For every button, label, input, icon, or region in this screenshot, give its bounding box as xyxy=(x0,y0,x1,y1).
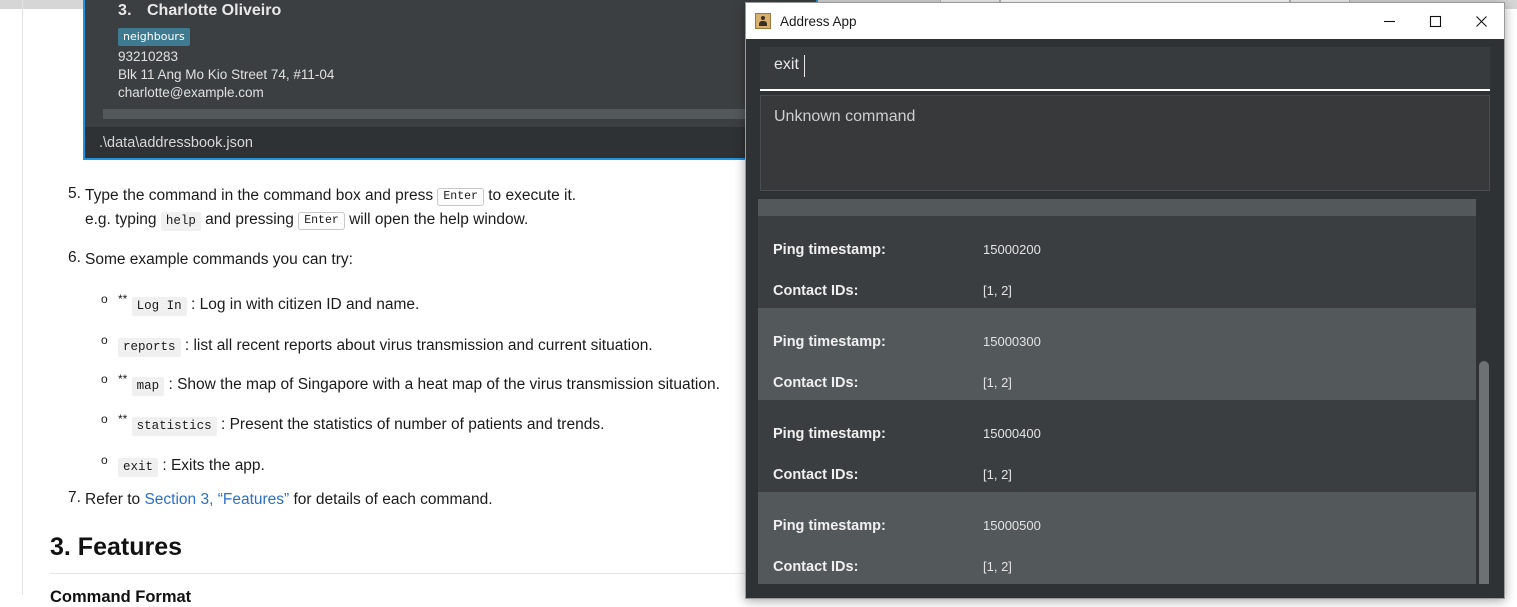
command-stars-1: ** xyxy=(118,292,127,306)
ping-list-panel[interactable]: Ping timestamp: 15000200 Contact IDs: [1… xyxy=(758,199,1492,584)
contact-card-divider xyxy=(103,109,803,119)
command-box-wrapper xyxy=(760,45,1490,91)
result-message: Unknown command xyxy=(774,108,915,126)
command-code-2: reports xyxy=(118,338,181,357)
step-5-text-a: Type the command in the command box and … xyxy=(85,187,433,204)
ping-timestamp-label: Ping timestamp: xyxy=(773,426,886,442)
embedded-status-bar: .\data\addressbook.json xyxy=(85,127,818,160)
command-item-4: ** statistics : Present the statistics o… xyxy=(118,409,604,437)
command-code-5: exit xyxy=(118,458,158,477)
key-enter-2: Enter xyxy=(298,212,345,230)
contact-ids-label: Contact IDs: xyxy=(773,283,858,299)
app-titlebar[interactable]: Address App xyxy=(746,3,1504,39)
ping-timestamp-value: 15000500 xyxy=(983,518,1041,533)
key-enter-1: Enter xyxy=(437,188,484,206)
bullet-icon-5: o xyxy=(101,453,108,467)
contact-ids-label: Contact IDs: xyxy=(773,467,858,483)
contact-ids-label: Contact IDs: xyxy=(773,375,858,391)
bullet-icon-4: o xyxy=(101,412,108,426)
command-desc-2: : list all recent reports about virus tr… xyxy=(185,337,653,354)
step-5-line-1: Type the command in the command box and … xyxy=(85,185,576,208)
ping-timestamp-value: 15000300 xyxy=(983,334,1041,349)
step-5-text-d: and pressing xyxy=(205,211,294,228)
command-stars-4: ** xyxy=(118,412,127,426)
contact-ids-value: [1, 2] xyxy=(983,467,1012,482)
text-caret xyxy=(804,55,805,77)
command-format-heading: Command Format xyxy=(50,588,191,607)
command-code-3: map xyxy=(132,377,165,396)
step-5-text-b: to execute it. xyxy=(488,187,576,204)
ping-timestamp-value: 15000200 xyxy=(983,242,1041,257)
contact-card-address: Blk 11 Ang Mo Kio Street 74, #11-04 xyxy=(118,67,334,82)
command-code-1: Log In xyxy=(132,297,187,316)
result-display-box: Unknown command xyxy=(760,95,1490,191)
contact-ids-value: [1, 2] xyxy=(983,559,1012,574)
step-5-text-e: will open the help window. xyxy=(349,211,528,228)
command-item-5: exit : Exits the app. xyxy=(118,450,265,478)
command-desc-1: : Log in with citizen ID and name. xyxy=(191,296,419,313)
maximize-icon[interactable] xyxy=(1412,3,1458,39)
contact-card-name: Charlotte Oliveiro xyxy=(147,2,281,20)
features-link[interactable]: Section 3, “Features” xyxy=(144,491,289,508)
list-scrollbar-track[interactable] xyxy=(1476,199,1492,584)
ping-timestamp-value: 15000400 xyxy=(983,426,1041,441)
step-5-number: 5. xyxy=(68,185,81,203)
step-6-number: 6. xyxy=(68,249,81,267)
features-heading: 3. Features xyxy=(50,533,182,562)
list-scrollbar-thumb[interactable] xyxy=(1479,361,1489,584)
list-item[interactable]: Ping timestamp: 15000500 Contact IDs: [1… xyxy=(758,492,1476,584)
contact-card-phone: 93210283 xyxy=(118,49,178,64)
close-icon[interactable] xyxy=(1458,3,1504,39)
command-stars-3: ** xyxy=(118,372,127,386)
command-desc-3: : Show the map of Singapore with a heat … xyxy=(168,376,719,393)
command-item-1: ** Log In : Log in with citizen ID and n… xyxy=(118,289,419,317)
embedded-status-bar-path: .\data\addressbook.json xyxy=(99,135,253,151)
ping-timestamp-label: Ping timestamp: xyxy=(773,334,886,350)
list-item[interactable]: Ping timestamp: 15000400 Contact IDs: [1… xyxy=(758,400,1476,492)
contact-card-email: charlotte@example.com xyxy=(118,85,264,100)
command-desc-4: : Present the statistics of number of pa… xyxy=(221,416,604,433)
bullet-icon-3: o xyxy=(101,372,108,386)
ping-timestamp-label: Ping timestamp: xyxy=(773,518,886,534)
command-input[interactable] xyxy=(760,47,1490,91)
command-desc-5: : Exits the app. xyxy=(162,457,265,474)
app-body: Unknown command Ping timestamp: 15000200… xyxy=(746,39,1504,598)
contact-ids-value: [1, 2] xyxy=(983,283,1012,298)
step-6-line: Some example commands you can try: xyxy=(85,249,353,270)
contact-ids-value: [1, 2] xyxy=(983,375,1012,390)
command-code-4: statistics xyxy=(132,417,217,436)
ping-timestamp-label: Ping timestamp: xyxy=(773,242,886,258)
address-app-window[interactable]: Address App Unknown command P xyxy=(745,2,1505,599)
contact-card-index: 3. xyxy=(118,2,132,20)
step-6-text: Some example commands you can try: xyxy=(85,251,353,268)
list-item[interactable]: Ping timestamp: 15000300 Contact IDs: [1… xyxy=(758,308,1476,400)
embedded-screenshot-figure: 3. Charlotte Oliveiro neighbours 9321028… xyxy=(83,0,818,160)
list-item[interactable]: Ping timestamp: 15000200 Contact IDs: [1… xyxy=(758,216,1476,308)
step-5-text-c: e.g. typing xyxy=(85,211,157,228)
step-7-number: 7. xyxy=(68,489,81,507)
command-item-3: ** map : Show the map of Singapore with … xyxy=(118,369,720,397)
list-row-partial-top[interactable] xyxy=(758,199,1476,216)
address-book-icon xyxy=(755,13,771,29)
command-item-2: reports : list all recent reports about … xyxy=(118,330,653,358)
step-7-line: Refer to Section 3, “Features” for detai… xyxy=(85,489,493,510)
minimize-icon[interactable] xyxy=(1366,3,1412,39)
bullet-icon-2: o xyxy=(101,333,108,347)
window-controls xyxy=(1366,3,1504,39)
ping-list: Ping timestamp: 15000200 Contact IDs: [1… xyxy=(758,199,1476,584)
code-help: help xyxy=(161,212,201,231)
step-5-line-2: e.g. typing help and pressing Enter will… xyxy=(85,209,528,232)
bullet-icon-1: o xyxy=(101,292,108,306)
contact-ids-label: Contact IDs: xyxy=(773,559,858,575)
step-7-text-b: for details of each command. xyxy=(294,491,493,508)
app-title: Address App xyxy=(780,14,857,29)
step-7-text-a: Refer to xyxy=(85,491,140,508)
app-bottom-strip xyxy=(746,586,1504,598)
contact-card-tag: neighbours xyxy=(118,28,190,46)
page-left-rule xyxy=(22,0,23,595)
